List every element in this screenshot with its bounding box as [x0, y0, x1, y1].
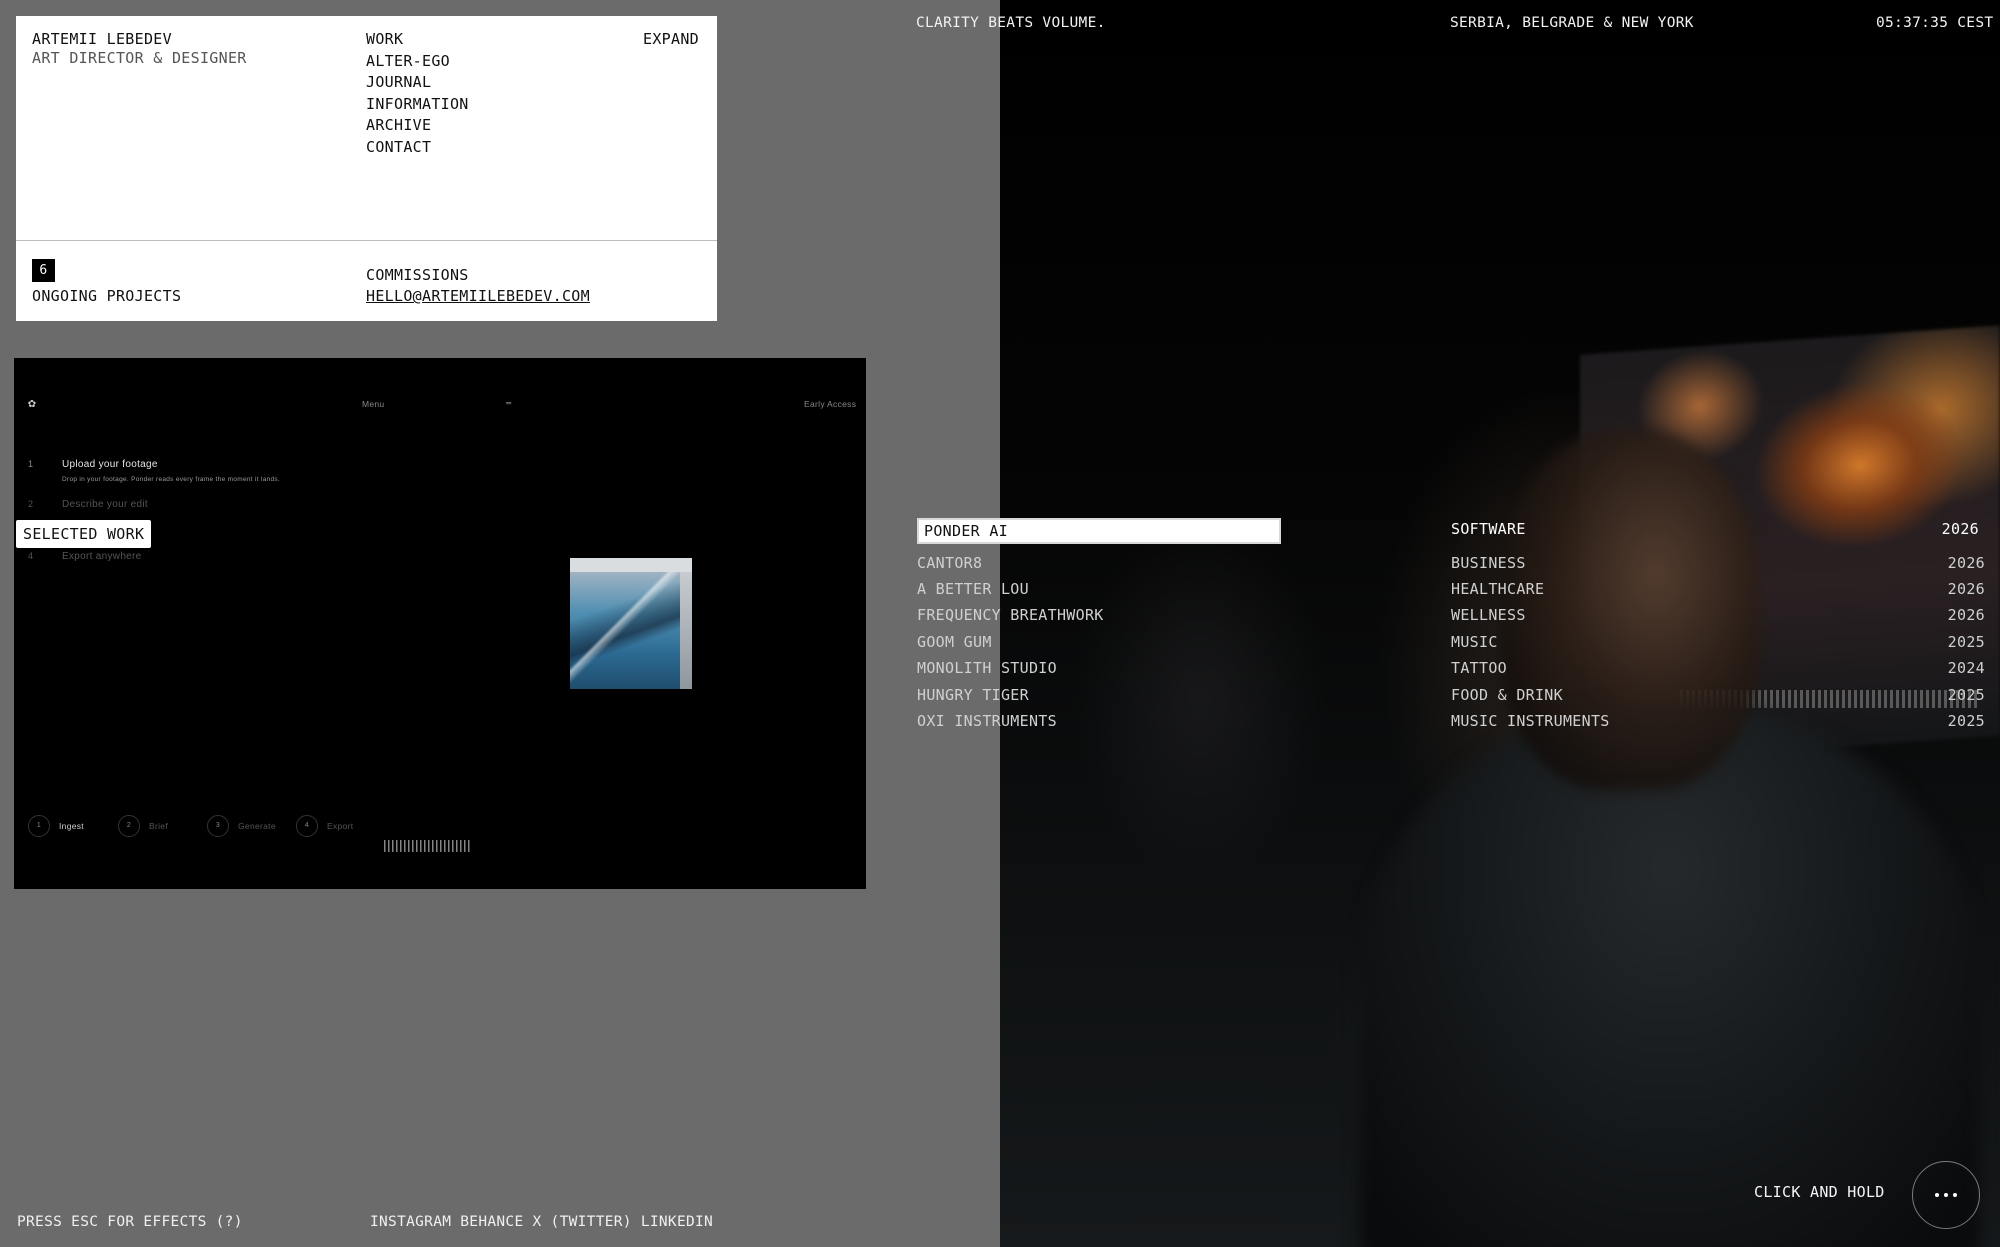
preview-pill-label: Export — [327, 821, 354, 831]
project-year: 2025 — [1947, 633, 1985, 651]
preview-pill-number: 4 — [296, 815, 318, 837]
project-name: OXI INSTRUMENTS — [917, 712, 1057, 730]
nav-item-work[interactable]: WORK — [366, 29, 469, 51]
commissions-label: COMMISSIONS — [366, 266, 469, 284]
info-card: ARTEMII LEBEDEV ART DIRECTOR & DESIGNER … — [16, 16, 717, 321]
social-link-instagram[interactable]: INSTAGRAM — [370, 1214, 451, 1230]
social-link-behance[interactable]: BEHANCE — [460, 1214, 523, 1230]
preview-step-title: Describe your edit — [62, 499, 148, 510]
projects-label: ONGOING PROJECTS — [32, 287, 182, 305]
preview-logo-icon: ✿ — [28, 396, 37, 411]
email-link[interactable]: HELLO@ARTEMIILEBEDEV.COM — [366, 286, 590, 308]
preview-pill-number: 1 — [28, 815, 50, 837]
dot-icon — [1953, 1193, 1957, 1197]
project-category: SOFTWARE — [1451, 520, 1526, 538]
nav-item-alter-ego[interactable]: ALTER-EGO — [366, 51, 469, 73]
preview-early-access: Early Access — [804, 399, 857, 409]
dot-icon — [1935, 1193, 1939, 1197]
tagline: CLARITY BEATS VOLUME. — [916, 15, 1106, 31]
project-preview[interactable]: ✿ Menu ═ Early Access 1 Upload your foot… — [14, 358, 866, 889]
project-year: 2026 — [1947, 606, 1985, 624]
nav-item-journal[interactable]: JOURNAL — [366, 72, 469, 94]
photo-person-head — [1500, 430, 1760, 790]
hold-button[interactable] — [1912, 1161, 1980, 1229]
preview-pill-label: Brief — [149, 821, 168, 831]
project-category: HEALTHCARE — [1451, 580, 1545, 598]
expand-button[interactable]: EXPAND — [643, 29, 699, 51]
nav-item-archive[interactable]: ARCHIVE — [366, 115, 469, 137]
preview-step-desc: Drop in your footage. Ponder reads every… — [62, 476, 281, 483]
preview-menu-label: Menu — [362, 399, 385, 409]
project-category: FOOD & DRINK — [1451, 686, 1563, 704]
project-name: HUNGRY TIGER — [917, 686, 1029, 704]
preview-video-thumbnail — [570, 558, 692, 689]
preview-audio-waveform — [384, 840, 472, 852]
project-category: MUSIC INSTRUMENTS — [1451, 712, 1610, 730]
project-year: 2026 — [1947, 554, 1985, 572]
preview-pill-label: Generate — [238, 821, 276, 831]
social-link-linkedin[interactable]: LINKEDIN — [641, 1214, 713, 1230]
project-name: CANTOR8 — [917, 554, 983, 572]
selected-work-button[interactable]: SELECTED WORK — [16, 520, 152, 548]
designer-role: ART DIRECTOR & DESIGNER — [32, 49, 247, 67]
project-name: GOOM GUM — [917, 633, 992, 651]
preview-menu-icon: ═ — [506, 399, 512, 409]
project-category: MUSIC — [1451, 633, 1498, 651]
social-links: INSTAGRAM BEHANCE X (TWITTER) LINKEDIN — [370, 1214, 722, 1230]
card-divider — [16, 240, 717, 241]
clock: 05:37:35 CEST — [1876, 15, 1994, 31]
project-category: BUSINESS — [1451, 554, 1526, 572]
preview-pill-number: 3 — [207, 815, 229, 837]
main-nav: WORK ALTER-EGO JOURNAL INFORMATION ARCHI… — [366, 29, 469, 158]
project-year: 2026 — [1941, 520, 1979, 538]
esc-effects-hint[interactable]: PRESS ESC FOR EFFECTS (?) — [17, 1214, 243, 1230]
nav-item-information[interactable]: INFORMATION — [366, 94, 469, 116]
click-and-hold-label: CLICK AND HOLD — [1754, 1183, 1885, 1201]
preview-pill-number: 2 — [118, 815, 140, 837]
social-link-twitter[interactable]: X (TWITTER) — [533, 1214, 632, 1230]
nav-item-contact[interactable]: CONTACT — [366, 137, 469, 159]
project-name: FREQUENCY BREATHWORK — [917, 606, 1104, 624]
project-year: 2024 — [1947, 659, 1985, 677]
project-year: 2026 — [1947, 580, 1985, 598]
preview-step-title: Upload your footage — [62, 459, 158, 470]
project-name: PONDER AI — [917, 518, 1281, 544]
project-year: 2025 — [1947, 686, 1985, 704]
project-year: 2025 — [1947, 712, 1985, 730]
preview-step-number: 4 — [28, 551, 34, 561]
preview-step-number: 2 — [28, 499, 34, 509]
projects-count-badge: 6 — [32, 259, 55, 282]
preview-pill-label: Ingest — [59, 821, 84, 831]
project-name: MONOLITH STUDIO — [917, 659, 1057, 677]
preview-step-number: 1 — [28, 459, 34, 469]
project-category: TATTOO — [1451, 659, 1507, 677]
preview-step-title: Export anywhere — [62, 551, 142, 562]
location: SERBIA, BELGRADE & NEW YORK — [1450, 15, 1694, 31]
project-name: A BETTER LOU — [917, 580, 1029, 598]
dot-icon — [1944, 1193, 1948, 1197]
project-category: WELLNESS — [1451, 606, 1526, 624]
